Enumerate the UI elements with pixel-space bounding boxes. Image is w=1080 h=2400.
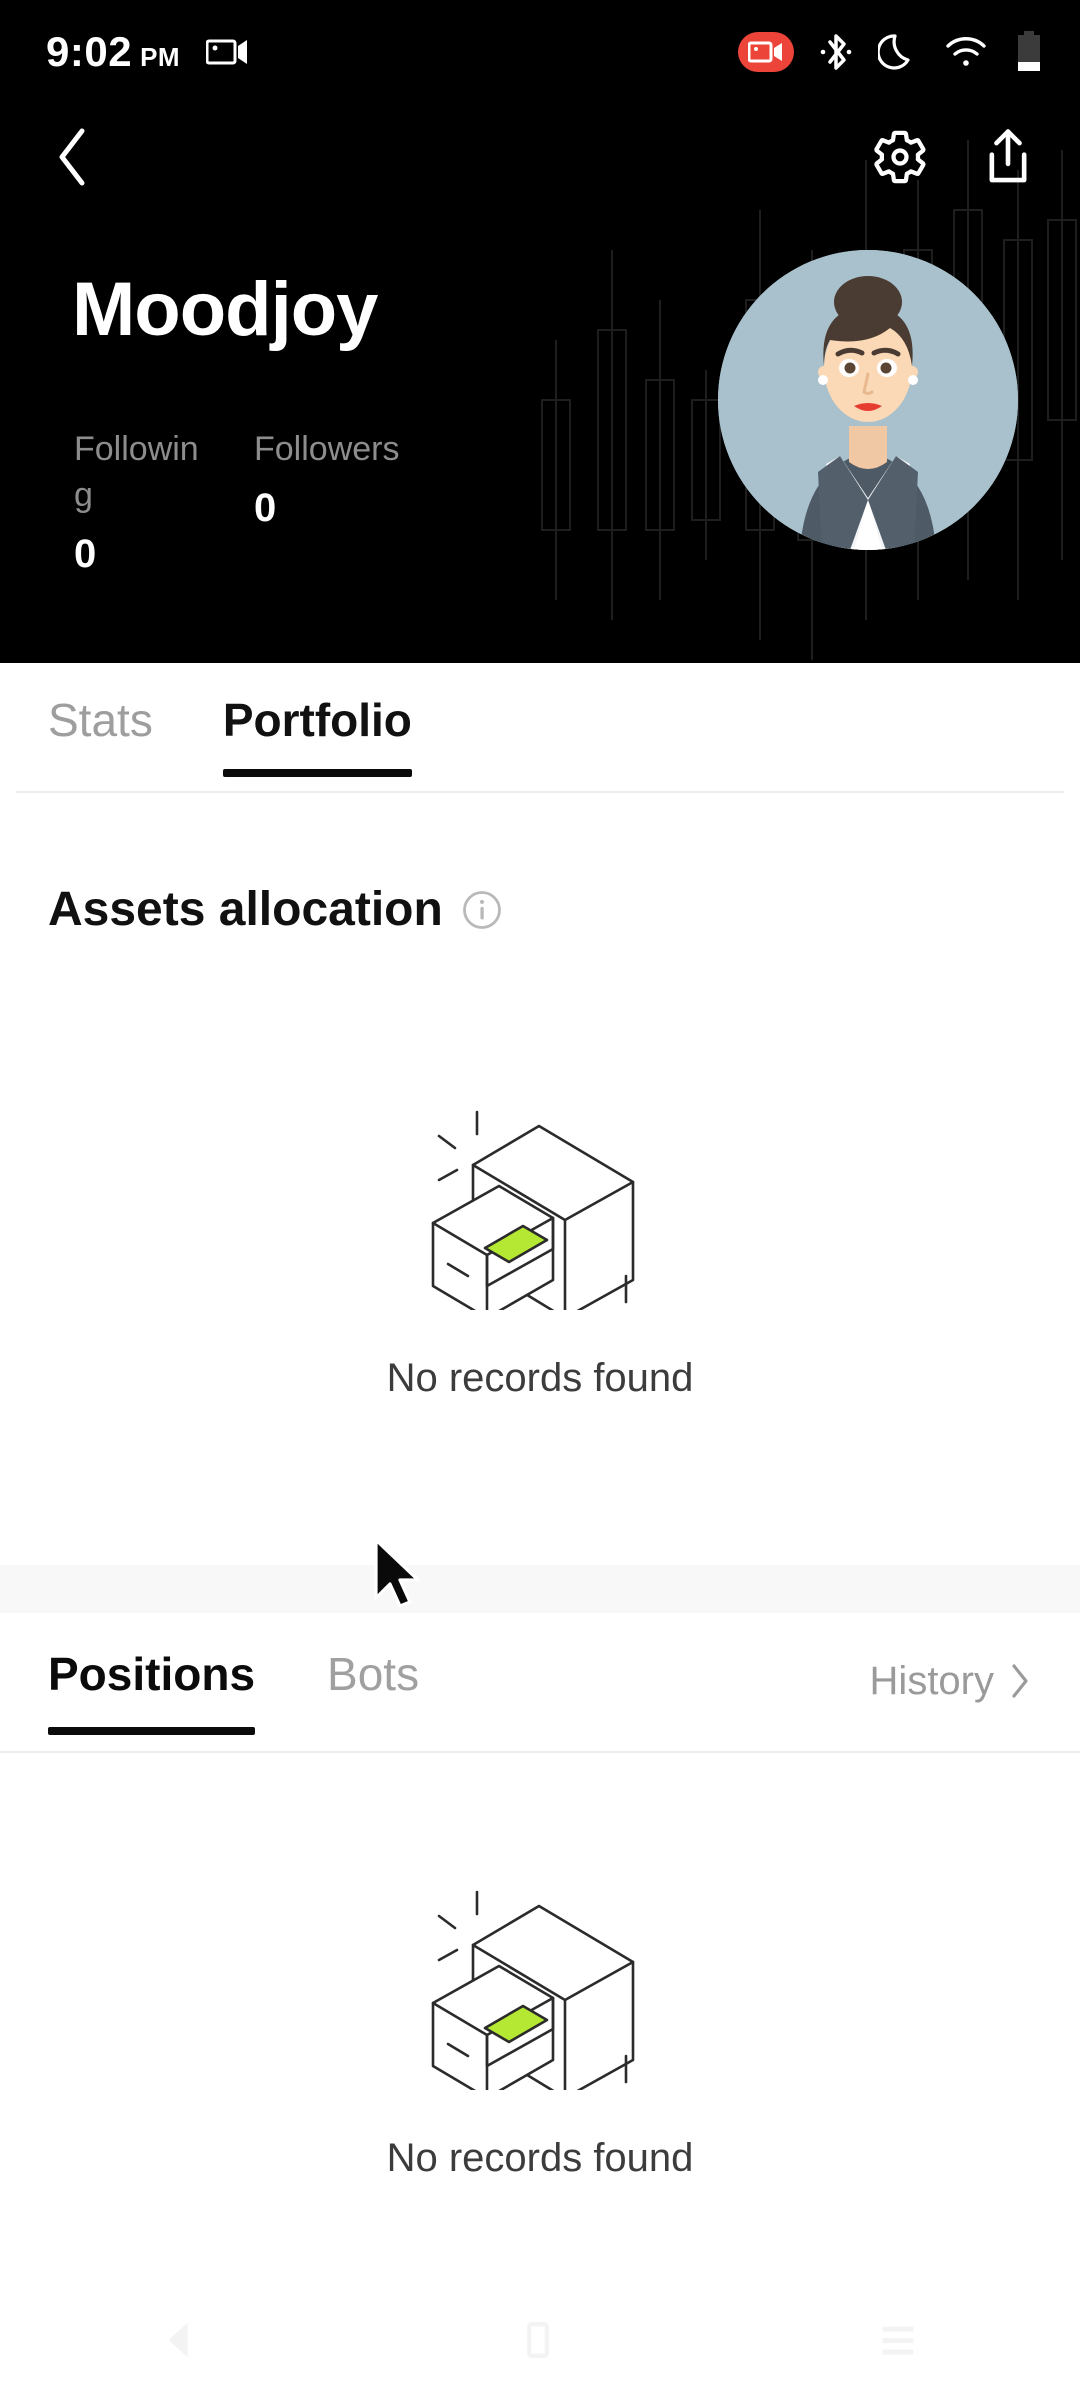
stat-followers-label: Followers — [254, 430, 400, 468]
screen-recording-badge-icon — [738, 32, 794, 72]
info-circle-icon[interactable] — [461, 889, 503, 931]
stat-followers-value: 0 — [254, 486, 277, 530]
avatar-businesswoman — [718, 250, 1018, 550]
assets-allocation-empty-state: No records found — [0, 1090, 1080, 1401]
profile-stats: Following 0 Followers 0 — [74, 426, 399, 577]
lines-recents-icon[interactable] — [873, 2317, 923, 2363]
stat-following-value: 0 — [74, 532, 97, 576]
settings-button[interactable] — [870, 127, 930, 192]
assets-allocation-header: Assets allocation — [48, 882, 503, 937]
history-label: History — [869, 1658, 994, 1703]
status-bar: 9:02 PM — [0, 0, 1080, 104]
screen-record-icon — [206, 39, 248, 65]
system-navigation-bar — [0, 2280, 1080, 2400]
tab-stats[interactable]: Stats — [48, 693, 153, 763]
profile-header: 9:02 PM Moodjoy Following 0 Followers 0 — [0, 0, 1080, 663]
history-link[interactable]: History — [870, 1659, 1032, 1708]
stat-followers[interactable]: Followers 0 — [254, 426, 399, 577]
chevron-right-icon — [1012, 1664, 1028, 1698]
status-bar-clock: 9:02 PM — [46, 28, 180, 76]
positions-tab-bar: Positions Bots History — [0, 1613, 1080, 1753]
positions-empty-text: No records found — [386, 2136, 694, 2180]
top-tab-bar: Stats Portfolio — [0, 663, 1080, 793]
battery-icon — [1018, 31, 1040, 71]
assets-empty-text: No records found — [386, 1356, 694, 1400]
tab-portfolio[interactable]: Portfolio — [222, 693, 412, 777]
positions-empty-state: No records found — [0, 1870, 1080, 2181]
triangle-back-icon[interactable] — [157, 2317, 203, 2363]
empty-drawer-illustration — [0, 1090, 1080, 1310]
square-home-icon[interactable] — [517, 2317, 559, 2363]
clock-time: 9:02 — [46, 28, 133, 75]
chevron-left-icon — [59, 128, 85, 185]
tab-bots[interactable]: Bots — [327, 1647, 419, 1719]
do-not-disturb-moon-icon — [878, 34, 910, 70]
tab-positions[interactable]: Positions — [48, 1647, 256, 1735]
stat-following-label: Following — [74, 430, 199, 514]
share-upload-icon — [989, 128, 1027, 182]
back-button[interactable] — [52, 125, 96, 194]
gear-icon — [874, 130, 926, 183]
wifi-icon — [946, 37, 986, 66]
stat-following[interactable]: Following 0 — [74, 426, 254, 577]
section-divider-band — [0, 1565, 1080, 1613]
bluetooth-icon — [820, 34, 852, 70]
assets-allocation-title: Assets allocation — [48, 883, 443, 936]
page-title: Moodjoy — [72, 267, 378, 352]
clock-ampm: PM — [140, 42, 181, 72]
avatar[interactable] — [718, 250, 1018, 550]
header-nav-row — [0, 104, 1080, 214]
mouse-pointer-icon — [370, 1536, 424, 1621]
share-button[interactable] — [980, 127, 1036, 192]
empty-drawer-illustration — [0, 1870, 1080, 2090]
